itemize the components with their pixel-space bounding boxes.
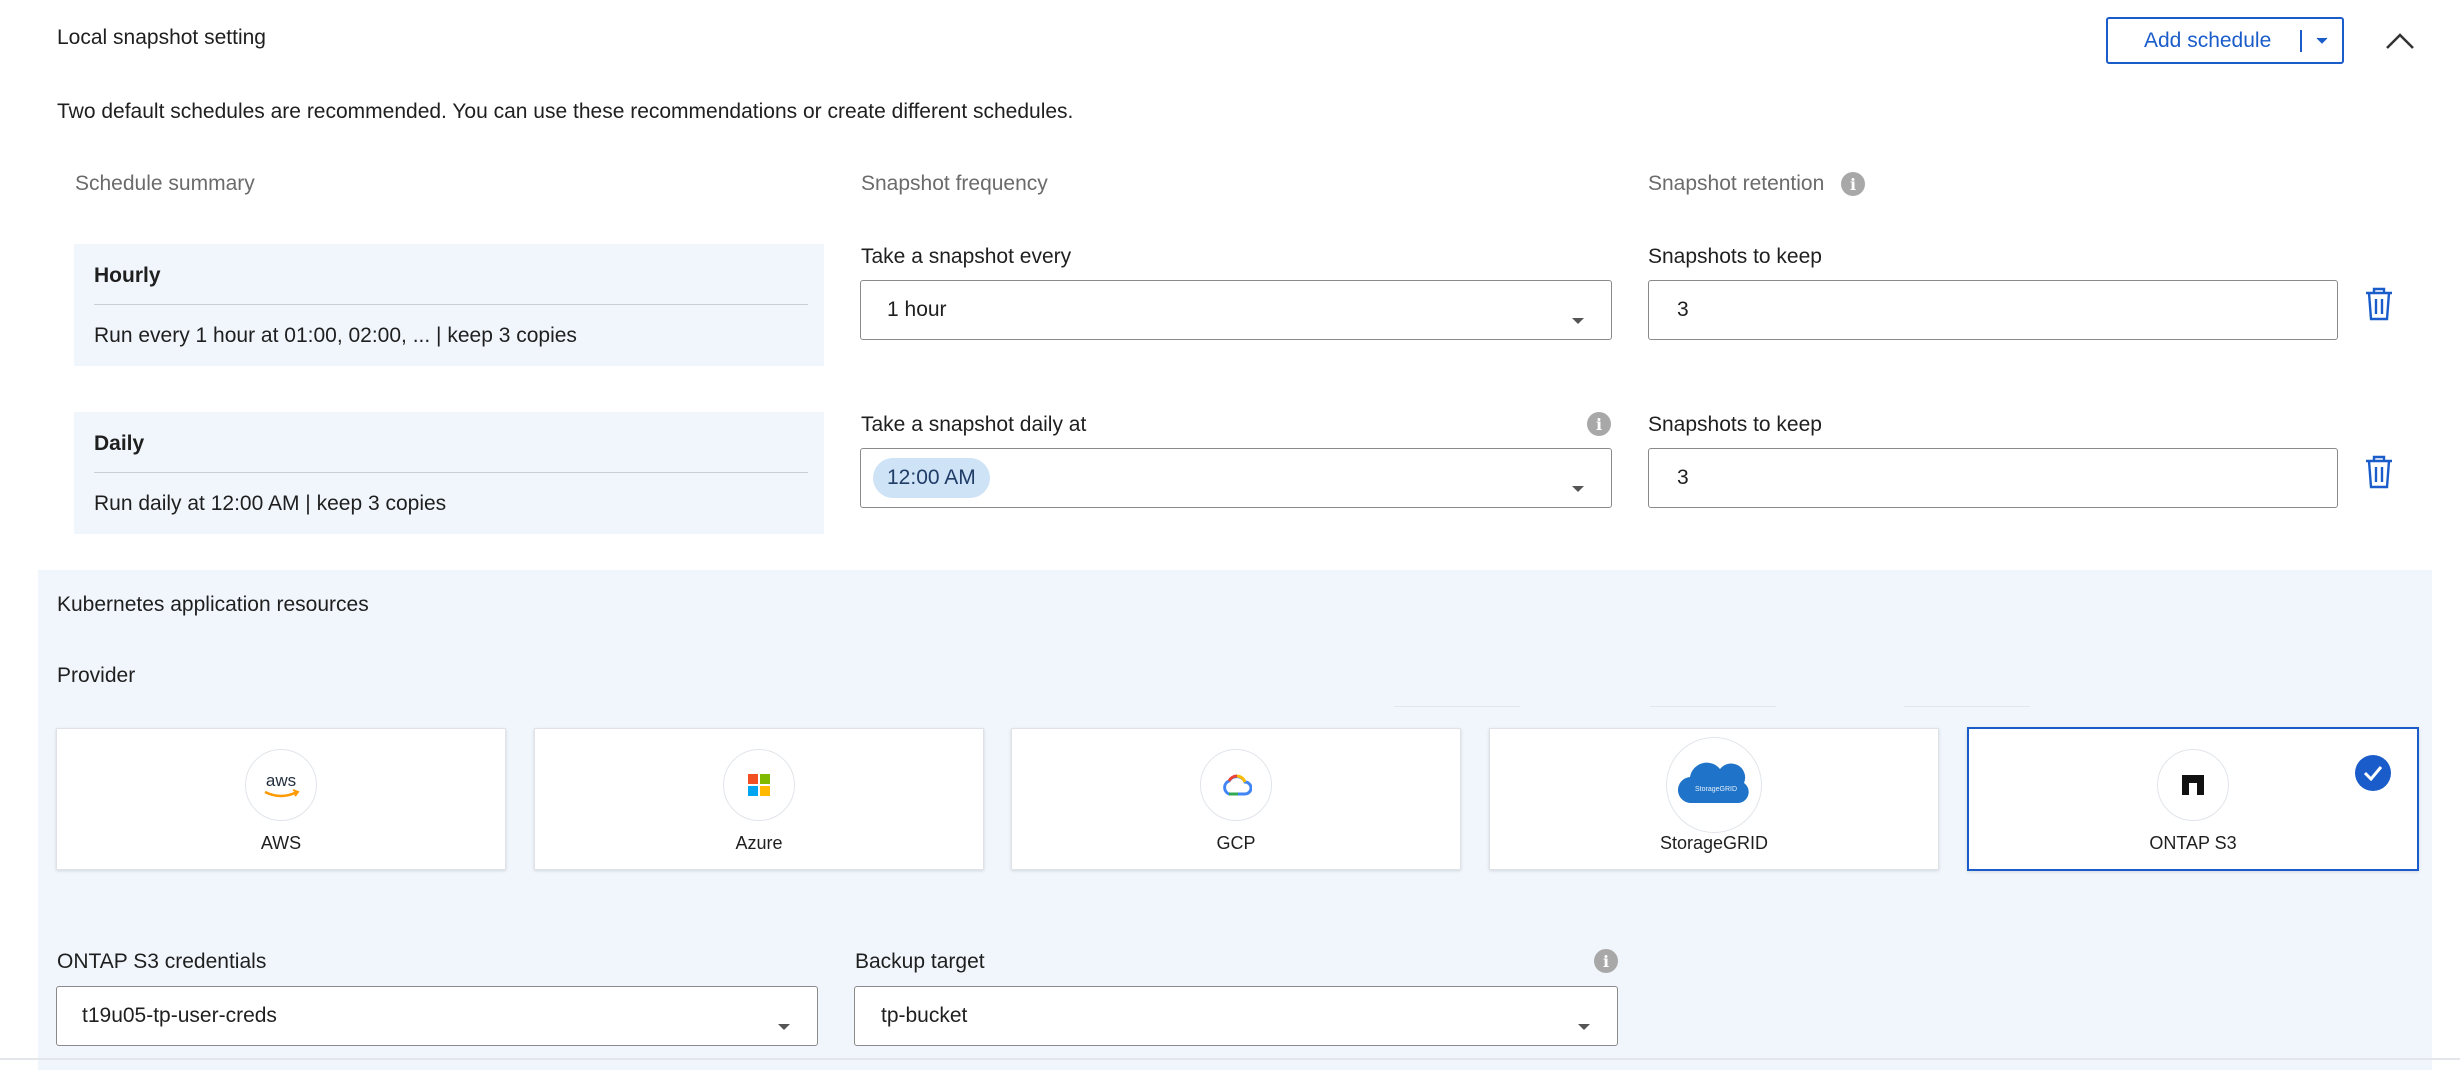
chevron-down-icon [1577, 1013, 1591, 1037]
provider-card-ontap-s3[interactable]: ONTAP S3 [1967, 727, 2419, 871]
backup-target-label: Backup target [855, 950, 985, 973]
trash-icon[interactable] [2364, 286, 2398, 324]
trash-icon[interactable] [2364, 454, 2398, 492]
provider-card-storagegrid[interactable]: StorageGRID StorageGRID [1489, 728, 1939, 870]
keep-label: Snapshots to keep [1648, 245, 1822, 268]
snapshots-to-keep-input[interactable]: 3 [1648, 448, 2338, 508]
collapse-section-button[interactable] [2380, 24, 2420, 58]
divider [94, 304, 808, 305]
time-chip: 12:00 AM [873, 458, 990, 498]
backup-target-info-icon[interactable]: i [1594, 949, 1618, 973]
provider-name: GCP [1216, 833, 1256, 853]
daily-time-select[interactable]: 12:00 AM [860, 448, 1612, 508]
provider-card-gcp[interactable]: GCP [1011, 728, 1461, 870]
schedule-description: Run every 1 hour at 01:00, 02:00, ... | … [94, 324, 577, 347]
daily-time-label: Take a snapshot daily at [861, 413, 1087, 436]
provider-name: Azure [735, 833, 783, 853]
chevron-down-icon [777, 1013, 791, 1037]
provider-name: AWS [260, 833, 302, 853]
gcp-logo-icon [1200, 749, 1272, 821]
aws-logo-icon: aws [245, 749, 317, 821]
column-header-frequency: Snapshot frequency [861, 172, 1048, 195]
divider [1904, 706, 2030, 707]
backup-target-select[interactable]: tp-bucket [854, 986, 1618, 1046]
frequency-value: 1 hour [887, 298, 947, 321]
column-header-retention: Snapshot retention [1648, 172, 1825, 195]
provider-card-aws[interactable]: aws AWS [56, 728, 506, 870]
provider-card-azure[interactable]: Azure [534, 728, 984, 870]
credentials-label: ONTAP S3 credentials [57, 950, 267, 973]
divider [94, 472, 808, 473]
credentials-select[interactable]: t19u05-tp-user-creds [56, 986, 818, 1046]
divider [1650, 706, 1776, 707]
schedule-summary-hourly: Hourly Run every 1 hour at 01:00, 02:00,… [74, 244, 824, 366]
chevron-up-icon [2386, 33, 2414, 49]
azure-logo-icon [723, 749, 795, 821]
kubernetes-section-title: Kubernetes application resources [57, 593, 369, 616]
ontap-logo-icon [2157, 749, 2229, 821]
backup-target-value: tp-bucket [881, 1004, 968, 1027]
divider [1394, 706, 1520, 707]
schedule-summary-daily: Daily Run daily at 12:00 AM | keep 3 cop… [74, 412, 824, 534]
provider-name: StorageGRID [1659, 833, 1769, 853]
daily-time-info-icon[interactable]: i [1587, 412, 1611, 436]
checkmark-icon [2355, 755, 2391, 791]
chevron-down-icon[interactable] [2302, 37, 2342, 45]
intro-text: Two default schedules are recommended. Y… [57, 100, 1074, 123]
add-schedule-label: Add schedule [2144, 28, 2272, 52]
storagegrid-logo-icon: StorageGRID [1666, 737, 1762, 833]
frequency-label: Take a snapshot every [861, 245, 1072, 268]
frequency-select[interactable]: 1 hour [860, 280, 1612, 340]
bottom-divider [0, 1058, 2460, 1060]
schedule-name: Hourly [94, 264, 161, 287]
chevron-down-icon [1571, 307, 1585, 331]
schedule-name: Daily [94, 432, 145, 455]
provider-label: Provider [57, 664, 136, 687]
add-schedule-button[interactable]: Add schedule [2106, 17, 2344, 64]
keep-value: 3 [1677, 298, 1689, 321]
keep-value: 3 [1677, 466, 1689, 489]
svg-text:StorageGRID: StorageGRID [1695, 786, 1737, 793]
snapshots-to-keep-input[interactable]: 3 [1648, 280, 2338, 340]
provider-name: ONTAP S3 [2149, 833, 2237, 853]
retention-info-icon[interactable]: i [1841, 172, 1865, 196]
keep-label: Snapshots to keep [1648, 413, 1822, 436]
credentials-value: t19u05-tp-user-creds [82, 1004, 277, 1027]
section-title: Local snapshot setting [57, 26, 266, 49]
schedule-description: Run daily at 12:00 AM | keep 3 copies [94, 492, 447, 515]
svg-text:aws: aws [266, 771, 296, 790]
column-header-summary: Schedule summary [75, 172, 255, 195]
chevron-down-icon [1571, 475, 1585, 499]
